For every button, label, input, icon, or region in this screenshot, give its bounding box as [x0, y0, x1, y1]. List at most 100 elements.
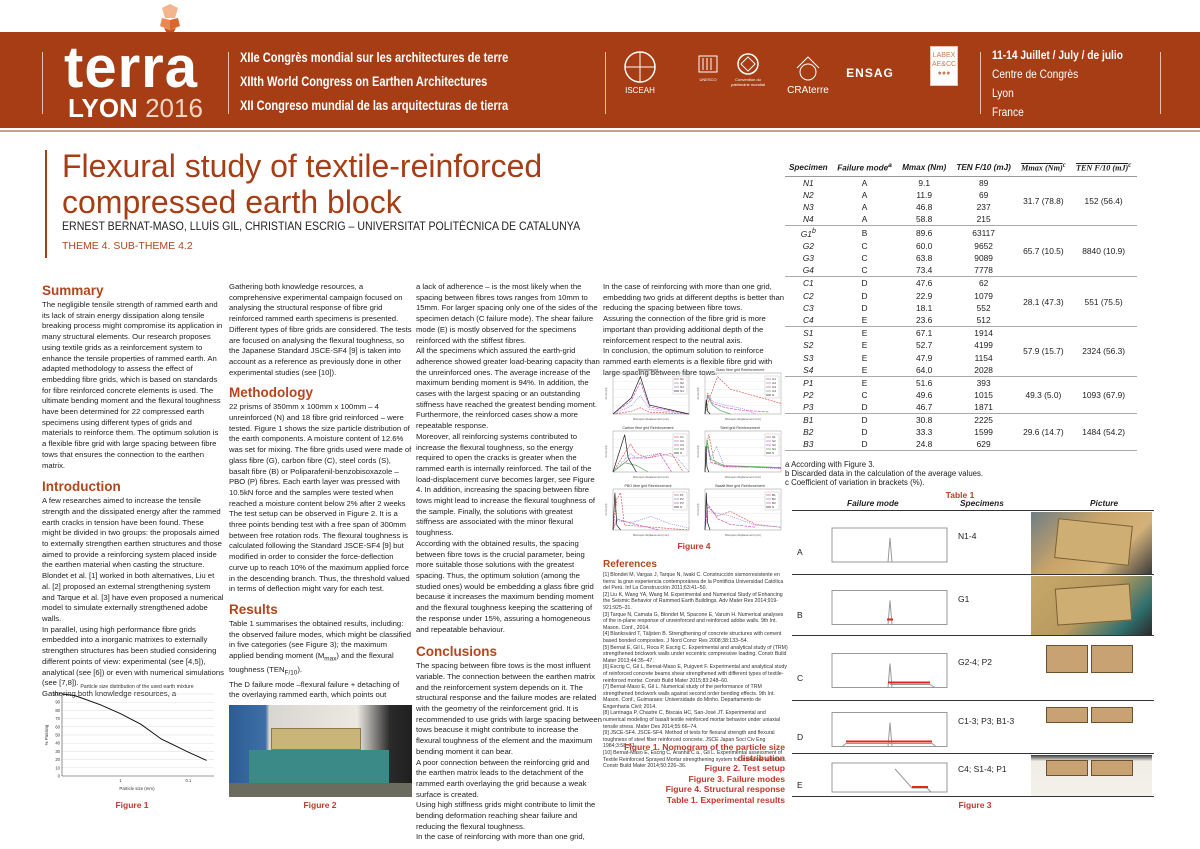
unesco-text: UNESCO [699, 77, 717, 82]
cell-mmax: 11.9 [916, 189, 932, 200]
figure-1-label: Figure 1 [115, 800, 149, 810]
world-heritage-text: Convention du patrimoine mondial [731, 77, 765, 87]
cell-mmax: 47.9 [916, 352, 933, 363]
congress-dates: 11-14 Juillet / July / de julio [992, 48, 1123, 62]
congress-title-en: XIIth World Congress on Earthen Architec… [240, 74, 488, 89]
cell-ten: 89 [978, 177, 989, 188]
chart-title: Steel grid Reinforcement [720, 426, 760, 430]
results-text: ). [297, 665, 303, 675]
failure-mode-letter: E [797, 780, 803, 790]
failure-mode-letter: D [797, 732, 804, 742]
y-axis-label: Force (N) [604, 388, 608, 400]
ten-subscript: F/10 [284, 669, 298, 677]
caption-figure-1: Figure 1. Nomogram of the particle size … [624, 742, 785, 763]
cell-mmax: 60.0 [916, 241, 933, 252]
header-specimens: Specimens [960, 498, 1004, 508]
cell-avg-ten: 1484 (54.2) [1070, 413, 1137, 452]
failure-mode-specimens: N1-4 [958, 531, 977, 541]
cell-ten: 9089 [974, 253, 993, 264]
craterre-text: CRAterre [787, 85, 829, 96]
reference-item: [8] Larrinaga P, Chastre C, Biscaia HC, … [603, 710, 781, 730]
col-header-avg-mmax: Mmax (Nm)c [1016, 160, 1071, 177]
table-row: P1 E 51.6 393 49.3 (5.0) 1093 (67.9) [785, 376, 1137, 414]
cell-failure-mode: A [861, 201, 868, 212]
cell-specimen: C4 [785, 314, 832, 328]
legend-label: N [772, 393, 774, 397]
col-header-failure-mode: Failure modea [831, 160, 898, 177]
header-text: TEN F/10 (mJ) [1075, 164, 1129, 174]
y-tick-label: 60 [55, 724, 60, 729]
failure-mode-photo [1031, 512, 1152, 574]
cell-avg-mmax: 28.1 (47.3) [1016, 276, 1071, 328]
cell-failure-mode: C [861, 241, 868, 252]
intro-paragraph: A few researches aimed to increase the t… [42, 496, 224, 623]
chart-title: Unreinforced [638, 368, 659, 372]
failure-mode-specimens: C4; S1-4; P1 [958, 764, 1007, 774]
failure-mode-diagram [831, 527, 948, 563]
failure-mode-specimens: G2-4; P2 [958, 657, 993, 667]
failure-mode-letter: C [797, 673, 804, 683]
logo-city: LYON [68, 93, 138, 123]
cell-specimen: P3 [785, 400, 832, 414]
series-line [612, 443, 684, 473]
cell-specimen: S4 [785, 363, 832, 377]
y-axis-label: Force (N) [604, 446, 608, 458]
caption-table-1: Table 1. Experimental results [666, 794, 785, 805]
x-tick-label: 1 [119, 778, 122, 783]
cell-avg-ten: 2324 (56.3) [1070, 326, 1137, 377]
test-rig [249, 750, 389, 785]
y-tick-label: 20 [55, 757, 60, 762]
bench [229, 783, 412, 797]
reference-item: [5] Bernat E, Gil L, Roca P, Escrig C. E… [603, 644, 788, 664]
authors: ERNEST BERNAT-MASO, LLUÍS GIL, CHRISTIAN… [62, 221, 581, 233]
results-paragraph: Moreover, all reinforcing systems contri… [416, 431, 596, 538]
methodology-paragraph: 22 prisms of 350mm x 100mm x 100mm – 4 u… [229, 402, 412, 508]
caption-figure-4: Figure 4. Structural response [665, 784, 785, 794]
table-1-experimental-results: Specimen Failure modea Mmax (Nm) TEN F/1… [785, 160, 1137, 452]
cell-mmax: 49.6 [916, 389, 933, 400]
cell-specimen: N3 [802, 201, 814, 212]
cell-specimen: B2 [803, 427, 814, 438]
cell-specimen: G1b [800, 228, 816, 239]
cell-mmax: 58.8 [897, 213, 951, 227]
header-banner: terra LYON 2016 XIIe Congrès mondial sur… [0, 32, 1200, 128]
cell-ten: 2028 [950, 363, 1017, 377]
cell-ten: 4199 [974, 340, 993, 351]
legend-label: N4 [680, 389, 684, 393]
legend-label: N [772, 451, 774, 455]
cell-ten: 237 [976, 201, 991, 212]
logo-year: 2016 [145, 93, 203, 123]
cell-failure-mode: B [861, 227, 868, 238]
cell-failure-mode: E [861, 328, 868, 339]
cell-failure-mode: E [831, 314, 898, 328]
cell-ten: 1599 [974, 427, 993, 438]
x-tick-label: 0.1 [186, 778, 192, 783]
reference-item: [6] Escrig C, Gil L, Bernat-Maso E, Puig… [603, 664, 787, 684]
chart-title: PBO fibre grid Reinforcement [625, 484, 672, 488]
cell-specimen: G4 [785, 264, 832, 278]
cell-avg-mmax: 29.6 (14.7) [1016, 413, 1071, 452]
cell-ten: 552 [976, 302, 991, 313]
cell-failure-mode: D [861, 290, 868, 301]
figure-4-label: Figure 4 [677, 541, 711, 551]
table-row: C1 D 47.6 62 28.1 (47.3) 551 (75.5) [785, 276, 1137, 328]
venue-city: Lyon [992, 86, 1014, 100]
cell-specimen: S2 [803, 340, 814, 351]
series-line [704, 510, 782, 531]
legend-label: N [680, 505, 682, 509]
conclusions-paragraph: Using high stiffness grids might contrib… [416, 800, 596, 831]
cell-specimen: B3 [785, 438, 832, 452]
failure-mode-photo [1031, 637, 1152, 700]
cell-ten: 63117 [972, 227, 995, 238]
header-text: Failure mode [837, 164, 889, 174]
cell-specimen: G2 [802, 241, 814, 252]
figure-3-header: Failure mode Specimens Picture [792, 498, 1154, 511]
chart-title: Particle size distribution of the used e… [80, 684, 193, 690]
caption-figure-3: Figure 3. Failure modes [688, 773, 785, 784]
legend-label: N [680, 451, 682, 455]
cell-ten: 215 [950, 213, 1017, 227]
failure-mode-letter: B [797, 610, 803, 620]
introduction-heading: Introduction [42, 479, 121, 495]
failure-mode-row-b: B G1 [792, 575, 1154, 636]
cell-mmax: 89.6 [916, 227, 933, 238]
